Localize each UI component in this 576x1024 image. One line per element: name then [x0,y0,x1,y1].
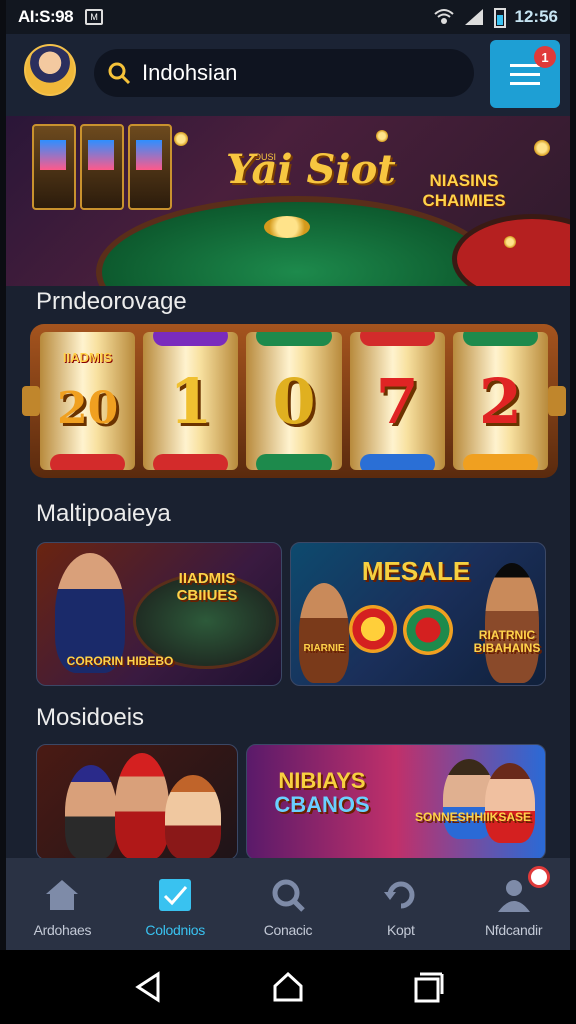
nav-item-kopt[interactable]: Kopt [344,858,457,950]
game-card-line1: IIADMIS [178,570,236,587]
character-image [299,583,349,683]
section-title-multi: Maltipoaieya [36,500,171,527]
app-header: 1 [6,34,570,116]
game-card[interactable] [36,744,238,860]
check-icon [159,879,192,911]
home-button-icon[interactable] [271,970,305,1004]
slot-machine-image [32,124,76,210]
reel-3: 0 [246,332,342,470]
slot-machine-image [80,124,124,210]
nav-label: Conacic [263,922,313,938]
game-card-subtitle: RIATRNIC BIBAHAINS [471,628,543,656]
reel-symbol: 7 [375,364,419,438]
character-image [65,765,117,859]
game-card-title: IIADMIS CBIIUES [147,570,267,604]
game-card-line2: CBANOS [274,792,370,818]
nav-label: Kopt [386,922,415,938]
status-right: 12:56 [433,6,558,28]
reel-symbol: 1 [169,364,213,438]
banner-promo-line1: NIASINS [429,171,499,190]
nav-item-profile[interactable]: Nfdcandir [457,858,570,950]
reel-5: 2 [452,332,549,470]
profile-icon [497,880,530,912]
nav-item-colodnios[interactable]: Colodnios [119,858,232,950]
nav-item-home[interactable]: Ardohaes [6,858,119,950]
character-image [485,563,539,683]
notification-badge [527,866,550,888]
signal-icon [464,9,483,25]
search-icon [108,62,131,85]
section-title-promo: Prndeorovage [36,288,187,315]
reel-2: 1 [143,332,239,470]
banner-promo-line2: CHAIMIES [422,190,506,210]
character-image [485,763,535,843]
promo-banner[interactable]: OUSI Yai Siot NIASINS CHAIMIES [6,116,570,286]
coin-icon [504,236,516,248]
banner-title: Yai Siot [226,146,396,193]
coin-icon [174,132,188,146]
refresh-icon [383,881,415,909]
menu-badge: 1 [534,46,556,68]
coin-icon [534,140,550,156]
game-card[interactable]: MESALE RIATRNIC BIBAHAINS RIARNIE [290,542,546,686]
coin-stack-icon [264,216,310,238]
status-clock: 12:56 [514,7,558,26]
search-input[interactable] [140,59,444,87]
game-card[interactable]: NIBIAYS CBANOS SONNESHHIIKSASE [246,744,546,860]
game-card-subtitle: SONNESHHIIKSASE [414,810,532,824]
system-nav-bar [0,950,576,1024]
banner-promo-text: NIASINS CHAIMIES [404,171,524,210]
status-bar: AI:S:98 M 12:56 [6,0,570,34]
bottom-nav: Ardohaes Colodnios Conacic Kopt Nfdcandi… [6,858,570,950]
slot-machine-image [128,124,172,210]
reel-symbol: 0 [272,364,316,438]
search-icon [272,879,305,912]
nav-label: Colodnios [145,922,205,938]
avatar[interactable] [24,44,76,96]
phone-screen: AI:S:98 M 12:56 Indohsian 1 OUSI Yai Sio… [6,0,570,1024]
reel-1: IIADMIS 20 [40,332,136,470]
character-image [115,753,169,859]
nav-item-search[interactable]: Conacic [232,858,345,950]
coin-icon [376,130,388,142]
search-bar[interactable] [94,49,474,97]
home-icon [46,880,79,910]
battery-icon [493,8,506,28]
game-card-title: MESALE [361,556,471,586]
wifi-icon [433,9,454,24]
reel-tag: IIADMIS [63,350,113,365]
reel-symbol: 2 [478,364,522,438]
section-title-more: Mosidoeis [36,704,145,731]
menu-button[interactable]: 1 [490,40,560,108]
roulette-table-image [452,214,570,286]
reel-4: 7 [349,332,445,470]
game-card-tag: RIARNIE [303,643,345,654]
back-icon[interactable] [132,970,166,1004]
game-card-line1: NIBIAYS [278,768,366,793]
slot-machine-reels[interactable]: IIADMIS 20 1 0 7 2 [22,324,566,478]
game-card[interactable]: IIADMIS CBIIUES CORORIN HIBEBO [36,542,282,686]
game-card-line2: BIBAHAINS [473,641,541,656]
reel-symbol: 20 [56,382,119,434]
nav-label: Ardohaes [33,922,92,938]
nav-label: Nfdcandir [484,922,543,938]
status-time: AI:S:98 [18,7,74,26]
game-card-line2: CBIIUES [176,586,238,604]
character-image [165,775,221,859]
recent-apps-icon[interactable] [410,970,444,1004]
game-card-footer: CORORIN HIBEBO [66,654,174,668]
game-card-title: NIBIAYS CBANOS [257,768,387,818]
notification-icon: M [85,9,104,25]
